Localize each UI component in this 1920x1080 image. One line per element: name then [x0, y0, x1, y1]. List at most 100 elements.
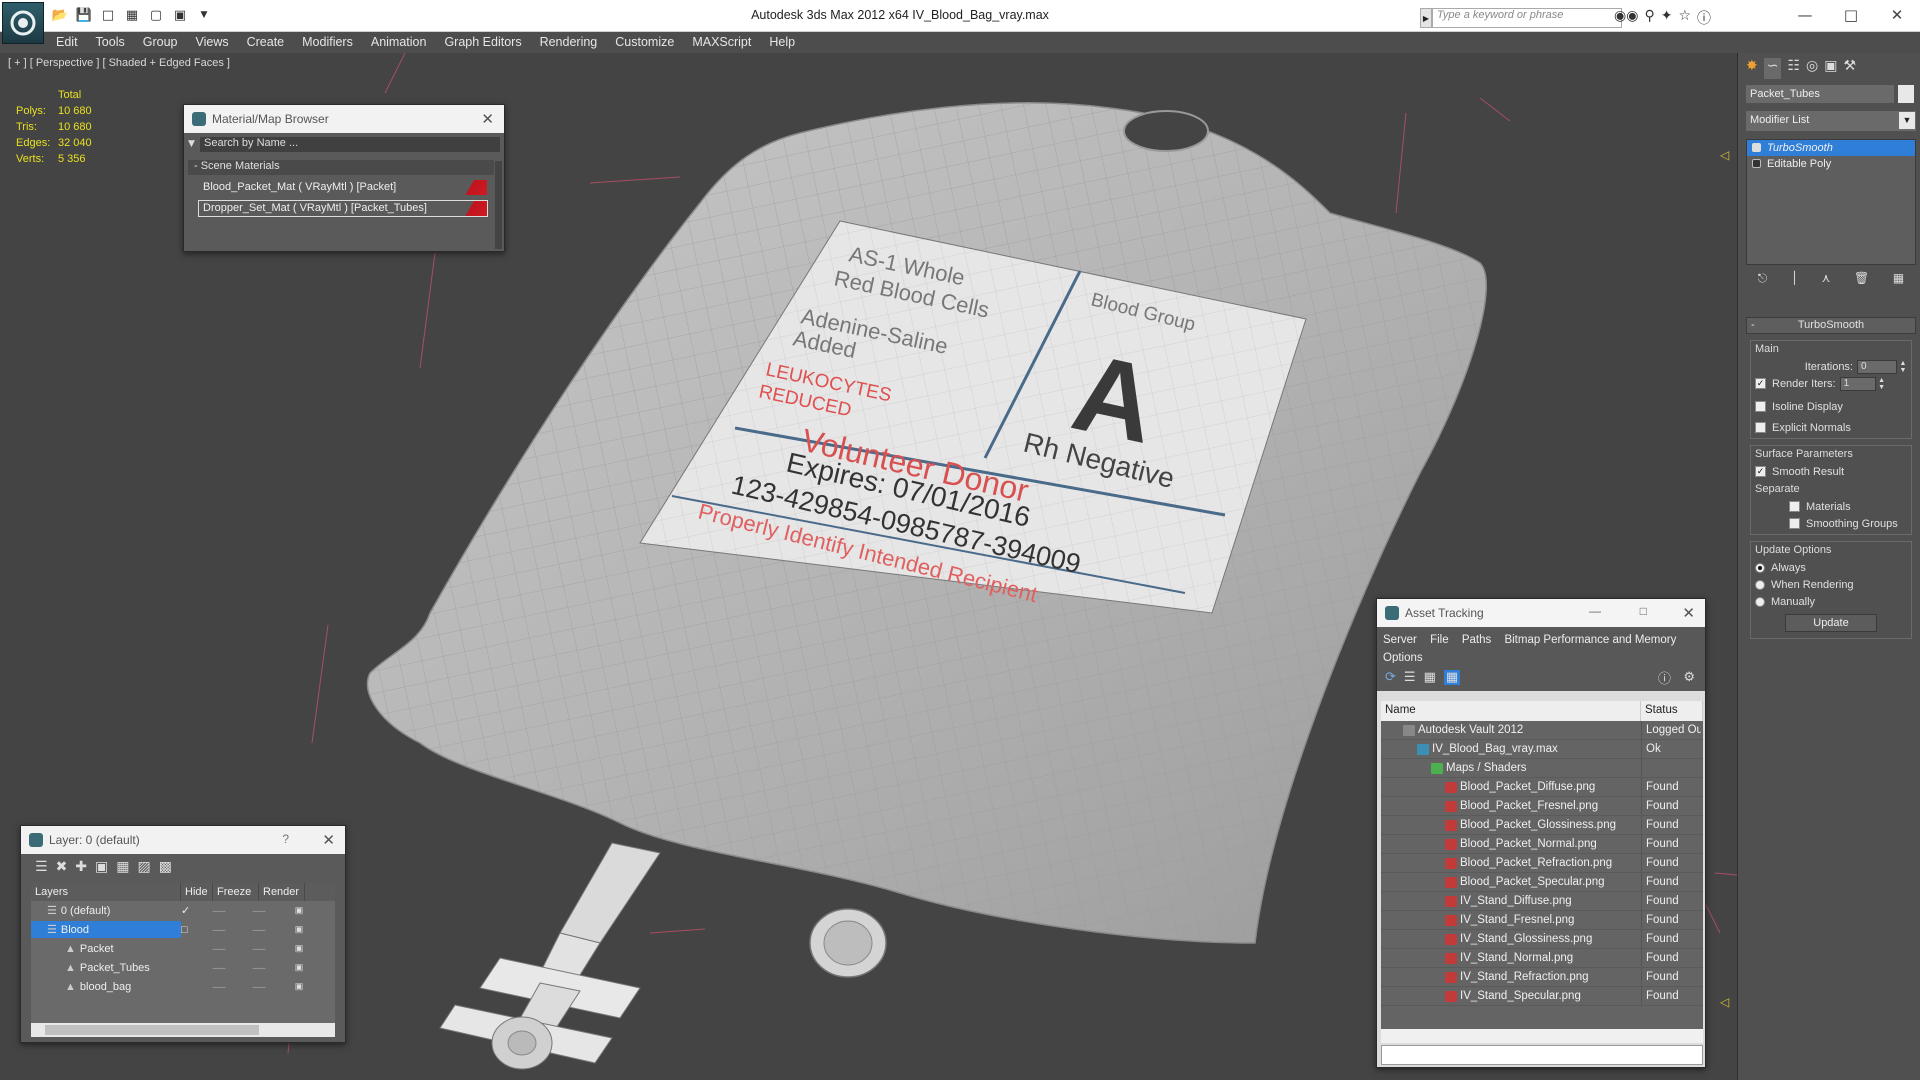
- lightbulb-icon[interactable]: [1752, 143, 1761, 152]
- smooth-result-checkbox[interactable]: ✓: [1755, 466, 1766, 477]
- vault-settings-icon[interactable]: ⚙: [1683, 670, 1695, 685]
- maximize-button[interactable]: □: [1828, 0, 1874, 30]
- dropper-tube[interactable]: [439, 842, 661, 1070]
- asset-row[interactable]: IV_Stand_Glossiness.png Found: [1381, 930, 1703, 949]
- menu-modifiers[interactable]: Modifiers: [294, 32, 363, 53]
- layer-row[interactable]: ▲ Packet ── ── ▣: [31, 939, 335, 958]
- update-button[interactable]: Update: [1785, 614, 1877, 632]
- menu-tools[interactable]: Tools: [88, 32, 135, 53]
- asset-row[interactable]: Blood_Packet_Specular.png Found: [1381, 873, 1703, 892]
- expand-icon[interactable]: [1752, 159, 1761, 168]
- bag-port-right[interactable]: [809, 908, 887, 978]
- display-tab-icon[interactable]: ▣: [1824, 58, 1837, 79]
- menu-maxscript[interactable]: MAXScript: [684, 32, 761, 53]
- utilities-tab-icon[interactable]: ⚒: [1843, 58, 1856, 79]
- isoline-display-checkbox[interactable]: [1755, 401, 1766, 412]
- modify-tab-icon[interactable]: ∽: [1763, 58, 1782, 79]
- layer-row[interactable]: ▲ blood_bag ── ── ▣: [31, 977, 335, 996]
- hide-all-icon[interactable]: ▨: [138, 859, 151, 875]
- asset-row[interactable]: Blood_Packet_Diffuse.png Found: [1381, 778, 1703, 797]
- menu-rendering[interactable]: Rendering: [532, 32, 608, 53]
- update-manually-radio[interactable]: [1755, 596, 1765, 607]
- update-always-radio[interactable]: [1755, 562, 1765, 573]
- menu-graph-editors[interactable]: Graph Editors: [436, 32, 531, 53]
- iterations-spinner[interactable]: 0: [1857, 359, 1897, 374]
- render-iters-spinner[interactable]: 1: [1839, 376, 1876, 391]
- asset-row[interactable]: IV_Stand_Fresnel.png Found: [1381, 911, 1703, 930]
- motion-tab-icon[interactable]: ◎: [1806, 58, 1818, 79]
- asset-row[interactable]: Maps / Shaders: [1381, 759, 1703, 778]
- hierarchy-tab-icon[interactable]: ☷: [1787, 58, 1800, 79]
- freeze-all-icon[interactable]: ▩: [159, 859, 172, 875]
- highlight-layer-icon[interactable]: ▦: [116, 859, 129, 875]
- minimize-icon[interactable]: —: [1589, 604, 1601, 618]
- material-search-input[interactable]: Search by Name ...: [200, 136, 500, 152]
- column-status[interactable]: Status: [1641, 701, 1703, 721]
- viewport-label[interactable]: [ + ] [ Perspective ] [ Shaded + Edged F…: [8, 57, 230, 69]
- column-name[interactable]: Name: [1381, 701, 1641, 721]
- spinner-arrows-icon[interactable]: ▲ ▼: [1878, 377, 1886, 391]
- column-render[interactable]: Render: [259, 883, 305, 901]
- close-icon[interactable]: ✕: [1682, 604, 1695, 622]
- tools-icon[interactable]: ✦: [1661, 8, 1673, 28]
- remove-modifier-icon[interactable]: 🗑: [1854, 271, 1869, 291]
- options-dropdown-icon[interactable]: ▼: [188, 139, 200, 149]
- key-icon[interactable]: ⚲: [1644, 8, 1654, 28]
- thumbnail-view-icon[interactable]: ▦: [1424, 670, 1436, 685]
- layer-row[interactable]: ▲ Packet_Tubes ── ── ▣: [31, 958, 335, 977]
- application-button[interactable]: [2, 2, 44, 44]
- layer-row[interactable]: ☰ Blood □ ── ── ▣: [31, 920, 335, 939]
- layer-row[interactable]: ☰ 0 (default) ✓ ── ── ▣: [31, 901, 335, 920]
- asset-row[interactable]: IV_Blood_Bag_vray.max Ok: [1381, 740, 1703, 759]
- close-icon[interactable]: ✕: [322, 831, 335, 849]
- menu-create[interactable]: Create: [239, 32, 295, 53]
- column-hide[interactable]: Hide: [181, 883, 213, 901]
- explicit-normals-checkbox[interactable]: [1755, 422, 1766, 433]
- minimize-button[interactable]: —: [1782, 0, 1828, 30]
- asset-row[interactable]: Blood_Packet_Fresnel.png Found: [1381, 797, 1703, 816]
- asset-row[interactable]: IV_Stand_Diffuse.png Found: [1381, 892, 1703, 911]
- binoculars-icon[interactable]: ◉◉: [1614, 8, 1638, 28]
- separate-smoothing-groups-checkbox[interactable]: [1789, 518, 1800, 529]
- keyword-search-input[interactable]: Type a keyword or phrase: [1432, 8, 1622, 28]
- select-in-layer-icon[interactable]: ▣: [95, 859, 108, 875]
- configure-sets-icon[interactable]: ▦: [1893, 271, 1904, 291]
- menu-edit[interactable]: Edit: [48, 32, 88, 53]
- update-when-rendering-radio[interactable]: [1755, 579, 1765, 590]
- material-item[interactable]: Blood_Packet_Mat ( VRayMtl ) [Packet]: [198, 179, 488, 196]
- asset-row[interactable]: Blood_Packet_Refraction.png Found: [1381, 854, 1703, 873]
- material-item[interactable]: Dropper_Set_Mat ( VRayMtl ) [Packet_Tube…: [198, 200, 488, 217]
- maximize-icon[interactable]: □: [1640, 604, 1647, 618]
- add-layer-icon[interactable]: ✚: [75, 859, 87, 875]
- asset-row[interactable]: IV_Stand_Normal.png Found: [1381, 949, 1703, 968]
- stack-item-editable-poly[interactable]: Editable Poly: [1747, 156, 1915, 172]
- material-browser-titlebar[interactable]: Material/Map Browser ✕: [184, 105, 504, 133]
- search-expand-icon[interactable]: ▶: [1420, 8, 1432, 28]
- asset-horizontal-scrollbar[interactable]: [1381, 1029, 1703, 1043]
- layer-manager-titlebar[interactable]: Layer: 0 (default) ? ✕: [21, 826, 345, 854]
- show-end-result-icon[interactable]: │: [1791, 271, 1798, 291]
- asset-row[interactable]: Blood_Packet_Normal.png Found: [1381, 835, 1703, 854]
- menu-help[interactable]: Help: [761, 32, 805, 53]
- material-scrollbar[interactable]: [495, 161, 502, 249]
- layer-horizontal-scrollbar[interactable]: [31, 1023, 335, 1037]
- list-view-icon[interactable]: ☰: [1404, 670, 1416, 685]
- refresh-icon[interactable]: ⟳: [1385, 670, 1396, 685]
- pin-stack-icon[interactable]: ⎋: [1758, 271, 1768, 291]
- create-tab-icon[interactable]: ✸: [1746, 58, 1758, 79]
- menu-paths[interactable]: Paths: [1462, 634, 1491, 646]
- menu-animation[interactable]: Animation: [363, 32, 437, 53]
- render-iters-checkbox[interactable]: ✓: [1755, 378, 1766, 389]
- turbosmooth-rollout-header[interactable]: - TurboSmooth: [1746, 317, 1916, 334]
- column-freeze[interactable]: Freeze: [213, 883, 259, 901]
- column-layers[interactable]: Layers: [31, 883, 181, 901]
- modifier-list-dropdown[interactable]: Modifier List ▼: [1746, 111, 1916, 131]
- close-icon[interactable]: ✕: [481, 110, 494, 128]
- asset-tracking-titlebar[interactable]: Asset Tracking — □ ✕: [1377, 599, 1705, 627]
- menu-customize[interactable]: Customize: [607, 32, 684, 53]
- close-button[interactable]: ✕: [1874, 0, 1920, 30]
- separate-materials-checkbox[interactable]: [1789, 501, 1800, 512]
- vault-help-icon[interactable]: ⓘ: [1658, 668, 1671, 687]
- spinner-arrows-icon[interactable]: ▲ ▼: [1899, 360, 1907, 374]
- make-unique-icon[interactable]: ⋏: [1822, 271, 1831, 291]
